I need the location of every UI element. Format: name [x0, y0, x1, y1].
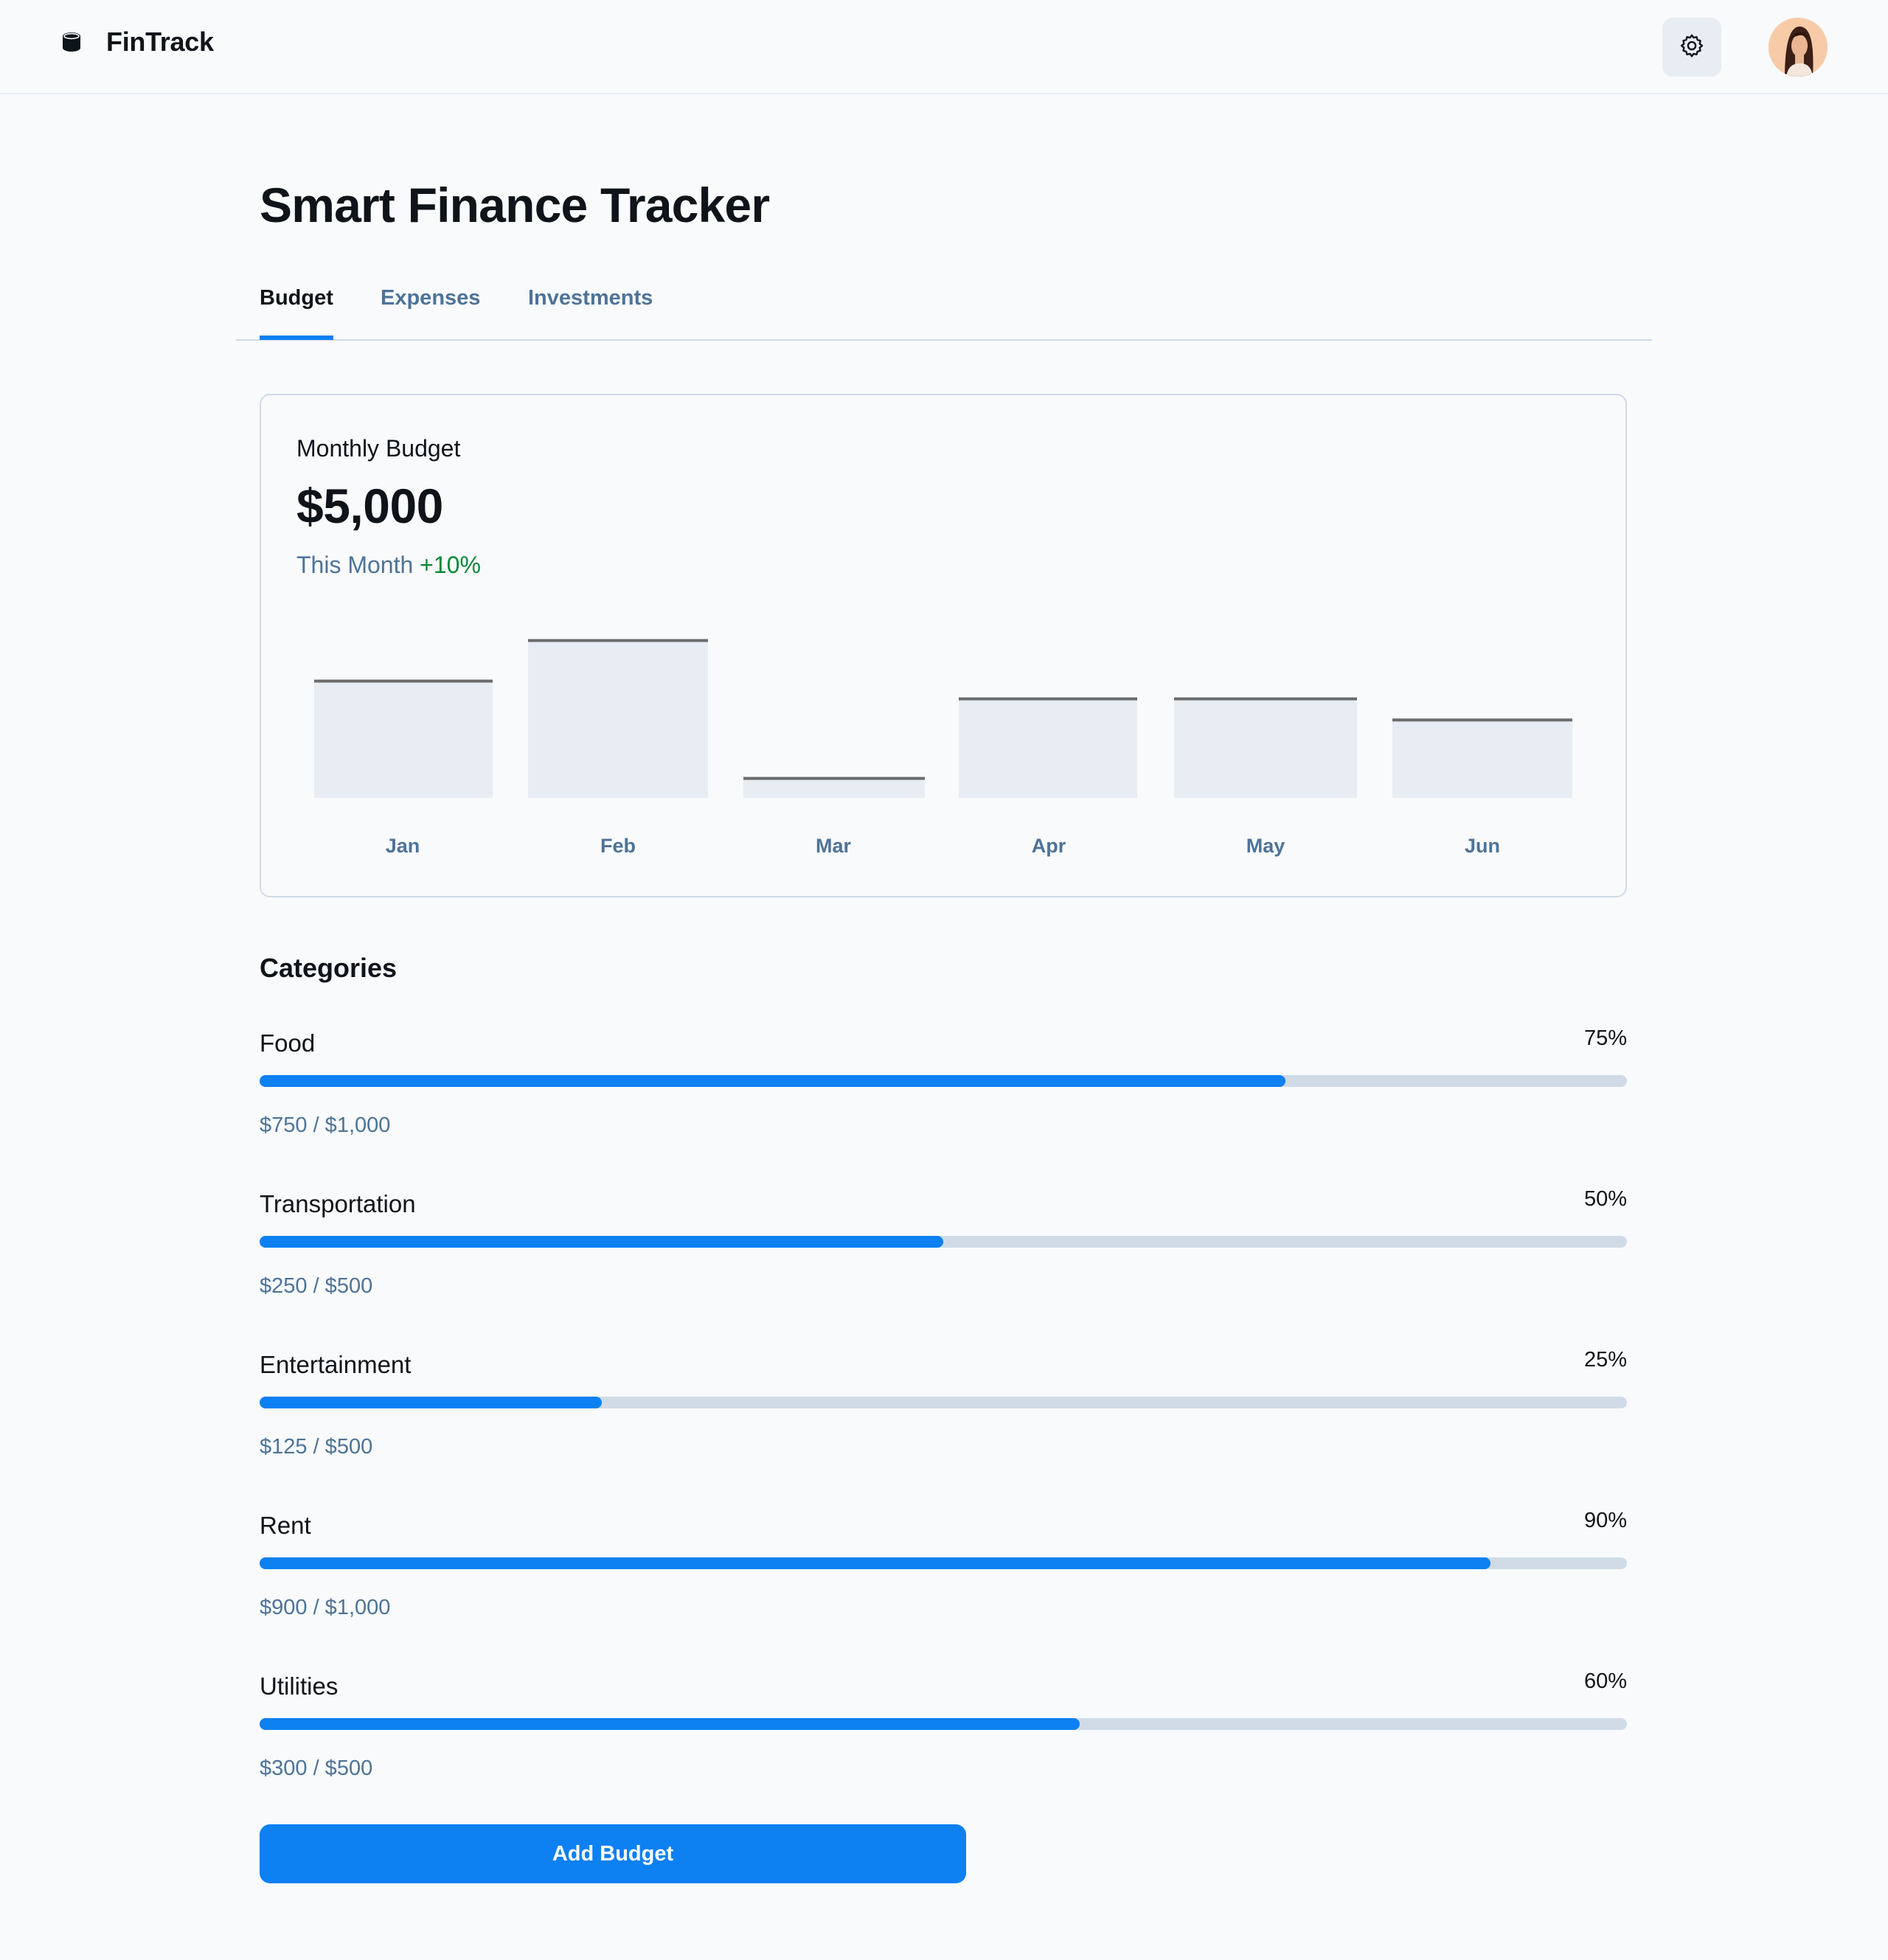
category-amount: $300 / $500 [260, 1756, 373, 1780]
top-header: FinTrack [0, 0, 1888, 94]
category-progress-fill [260, 1557, 1490, 1569]
category-progress-fill [260, 1397, 602, 1408]
coin-stack-icon [59, 29, 84, 55]
category-item: Rent 90% $900 / $1,000 [260, 1509, 1627, 1659]
chart-bar-feb [528, 640, 708, 798]
category-item: Transportation 50% $250 / $500 [260, 1187, 1627, 1338]
category-name: Transportation [260, 1190, 416, 1217]
gear-icon [1679, 32, 1705, 63]
category-amount: $125 / $500 [260, 1435, 373, 1459]
category-item: Utilities 60% $300 / $500 [260, 1669, 1627, 1820]
chart-bar-apr [959, 698, 1137, 798]
category-progress-fill [260, 1236, 943, 1248]
settings-button[interactable] [1662, 18, 1721, 77]
tab-bar: Budget Expenses Investments [236, 283, 1652, 341]
category-amount: $750 / $1,000 [260, 1113, 391, 1137]
category-percent: 75% [1583, 1026, 1627, 1050]
category-item: Food 75% $750 / $1,000 [260, 1026, 1627, 1177]
monthly-budget-card: Monthly Budget $5,000 This Month +10% Ja… [260, 394, 1627, 897]
category-progress-track [260, 1075, 1627, 1087]
user-avatar[interactable] [1769, 18, 1828, 77]
chart-bar-may [1174, 698, 1357, 798]
category-progress-track [260, 1557, 1627, 1569]
chart-x-tick-label: Jun [1465, 835, 1500, 857]
category-name: Rent [260, 1512, 311, 1539]
monthly-bar-chart: Jan Feb Mar Apr May Jun [314, 639, 1572, 857]
category-progress-track [260, 1397, 1627, 1408]
category-item: Entertainment 25% $125 / $500 [260, 1348, 1627, 1498]
tab-budget[interactable]: Budget [260, 286, 333, 340]
brand[interactable]: FinTrack [59, 27, 214, 58]
category-name: Utilities [260, 1672, 339, 1700]
category-name: Food [260, 1029, 316, 1057]
category-percent: 90% [1583, 1509, 1627, 1532]
category-progress-fill [260, 1718, 1080, 1730]
tab-investments[interactable]: Investments [528, 286, 653, 340]
category-amount: $250 / $500 [260, 1274, 373, 1298]
category-percent: 60% [1583, 1669, 1627, 1693]
category-percent: 50% [1583, 1187, 1627, 1211]
chart-bar-mar [743, 778, 925, 798]
categories-title: Categories [260, 953, 398, 983]
chart-x-tick-label: Feb [600, 835, 636, 857]
category-progress-track [260, 1718, 1627, 1730]
chart-bar-jan [314, 681, 493, 798]
category-percent: 25% [1583, 1348, 1627, 1372]
category-progress-track [260, 1236, 1627, 1248]
tab-expenses[interactable]: Expenses [381, 286, 480, 340]
chart-x-tick-label: May [1246, 835, 1285, 857]
category-name: Entertainment [260, 1351, 412, 1378]
brand-title: FinTrack [106, 27, 214, 57]
chart-x-tick-label: Apr [1032, 835, 1066, 857]
page-title: Smart Finance Tracker [260, 178, 770, 232]
category-amount: $900 / $1,000 [260, 1596, 391, 1619]
category-progress-fill [260, 1075, 1285, 1087]
add-budget-button[interactable]: Add Budget [260, 1824, 966, 1883]
chart-bar-jun [1392, 720, 1572, 798]
chart-x-tick-label: Jan [386, 835, 420, 857]
chart-x-tick-label: Mar [816, 835, 852, 857]
